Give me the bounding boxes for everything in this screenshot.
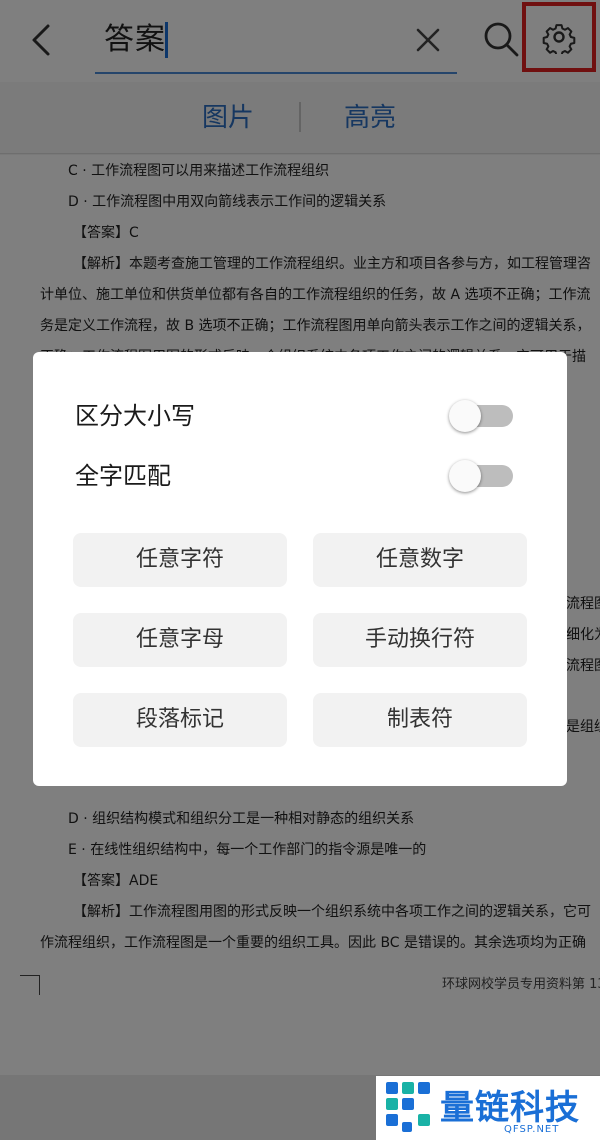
match-case-label: 区分大小写 [75,402,195,430]
any-digit-button[interactable]: 任意数字 [313,533,527,587]
brand-domain: QFSP.NET [504,1124,560,1135]
tab-character-button[interactable]: 制表符 [313,693,527,747]
search-options-dialog: 区分大小写 全字匹配 任意字符 任意数字 任意字母 手动换行符 段落标记 制表符 [33,352,567,786]
whole-word-label: 全字匹配 [75,462,171,490]
paragraph-mark-button[interactable]: 段落标记 [73,693,287,747]
match-case-toggle[interactable] [449,400,513,432]
toggle-knob [449,400,481,432]
brand-name: 量链科技 [440,1088,580,1128]
any-character-button[interactable]: 任意字符 [73,533,287,587]
toggle-knob [449,460,481,492]
brand-logo-icon [386,1082,430,1132]
any-letter-button[interactable]: 任意字母 [73,613,287,667]
manual-line-break-button[interactable]: 手动换行符 [313,613,527,667]
brand-watermark: 量链科技 QFSP.NET [376,1076,600,1140]
whole-word-toggle[interactable] [449,460,513,492]
